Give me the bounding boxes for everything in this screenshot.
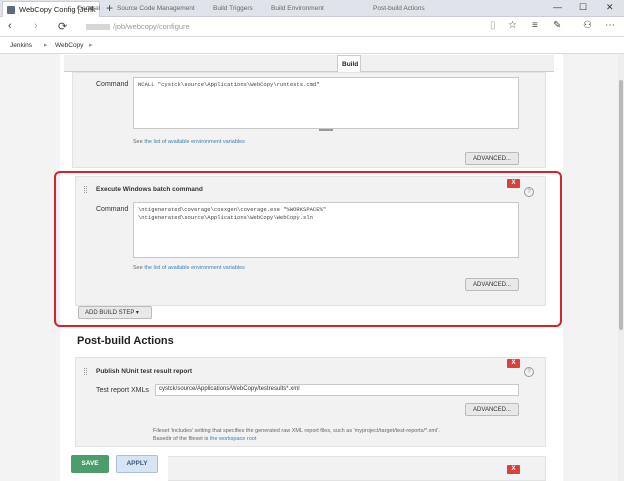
maximize-button[interactable]: ☐ — [579, 2, 587, 13]
nunit-help-line-2: Basedir of the fileset is the workspace … — [153, 436, 256, 442]
scrollbar-thumb[interactable] — [619, 80, 623, 330]
breadcrumb-jenkins[interactable]: Jenkins — [10, 42, 32, 49]
window-close-button[interactable]: ✕ — [606, 2, 614, 13]
tab-source-code-management[interactable]: Source Code Management — [117, 5, 195, 12]
help-prefix: See — [133, 139, 145, 145]
hub-icon[interactable]: ≡ — [532, 20, 538, 31]
advanced-button-1[interactable]: ADVANCED... — [465, 152, 519, 165]
command-label: Command — [96, 81, 129, 88]
nunit-help-line-1: Fileset 'includes' setting that specifie… — [153, 428, 440, 434]
tab-build-label: Build — [342, 61, 359, 68]
breadcrumb-separator-icon: ▸ — [44, 42, 48, 49]
command-textarea-1[interactable]: NCALL "cystck\source\Applications\WebCop… — [133, 77, 519, 129]
new-tab-button[interactable]: + — [106, 1, 113, 15]
tab-build-environment[interactable]: Build Environment — [271, 5, 324, 12]
textarea-resize-handle[interactable] — [319, 129, 333, 131]
test-report-xmls-value: cystck/source/Applications/WebCopy/testr… — [159, 386, 300, 392]
env-vars-link-1[interactable]: the list of available environment variab… — [144, 139, 245, 145]
post-build-step-title: Publish NUnit test result report — [96, 368, 193, 375]
post-build-section-title: Post-build Actions — [77, 335, 174, 347]
config-tabs — [64, 55, 554, 72]
advanced-button-3[interactable]: ADVANCED... — [465, 403, 519, 416]
address-bar[interactable]: /job/webcopy/configure — [86, 22, 190, 31]
address-url: /job/webcopy/configure — [113, 22, 190, 31]
tab-post-build-actions[interactable]: Post-build Actions — [373, 5, 425, 12]
forward-icon[interactable]: › — [34, 20, 38, 32]
right-margin — [563, 54, 618, 481]
redacted-host — [86, 24, 110, 31]
jenkins-favicon-icon — [7, 6, 15, 14]
tab-build[interactable]: Build — [337, 55, 361, 72]
apply-button[interactable]: APPLY — [116, 455, 158, 473]
left-margin — [0, 54, 60, 481]
highlight-box — [54, 171, 562, 327]
drag-handle-icon[interactable] — [84, 368, 87, 375]
tab-general[interactable]: General — [77, 5, 100, 12]
delete-post-build-button[interactable]: X — [507, 359, 520, 368]
breadcrumb-separator-icon: ▸ — [89, 42, 93, 49]
back-icon[interactable]: ‹ — [8, 20, 12, 32]
share-icon[interactable]: ⚇ — [583, 20, 592, 31]
test-report-xmls-input[interactable]: cystck/source/Applications/WebCopy/testr… — [155, 384, 519, 396]
refresh-icon[interactable]: ⟳ — [58, 20, 67, 33]
minimize-button[interactable]: — — [553, 2, 562, 12]
test-report-xmls-label: Test report XMLs — [96, 387, 149, 394]
more-icon[interactable]: ⋯ — [605, 20, 615, 31]
tab-build-triggers[interactable]: Build Triggers — [213, 5, 253, 12]
breadcrumb: Jenkins ▸ WebCopy ▸ — [0, 38, 624, 54]
command-textarea-1-value: NCALL "cystck\source\Applications\WebCop… — [138, 81, 320, 88]
save-button[interactable]: SAVE — [71, 455, 109, 473]
favorite-star-icon[interactable]: ☆ — [508, 20, 517, 31]
breadcrumb-webcopy[interactable]: WebCopy — [55, 42, 83, 49]
delete-next-step-button[interactable]: X — [507, 465, 520, 474]
notes-icon[interactable]: ✎ — [553, 20, 561, 31]
help-prefix: Basedir of the fileset is — [153, 436, 210, 442]
browser-navbar: ‹ › ⟳ /job/webcopy/configure ▯ ☆ ≡ ✎ ⚇ ⋯ — [0, 17, 624, 37]
workspace-root-link[interactable]: the workspace root — [210, 436, 256, 442]
env-vars-help-1: See the list of available environment va… — [133, 139, 245, 145]
help-icon[interactable]: ? — [524, 367, 534, 377]
reading-view-icon[interactable]: ▯ — [490, 20, 496, 31]
